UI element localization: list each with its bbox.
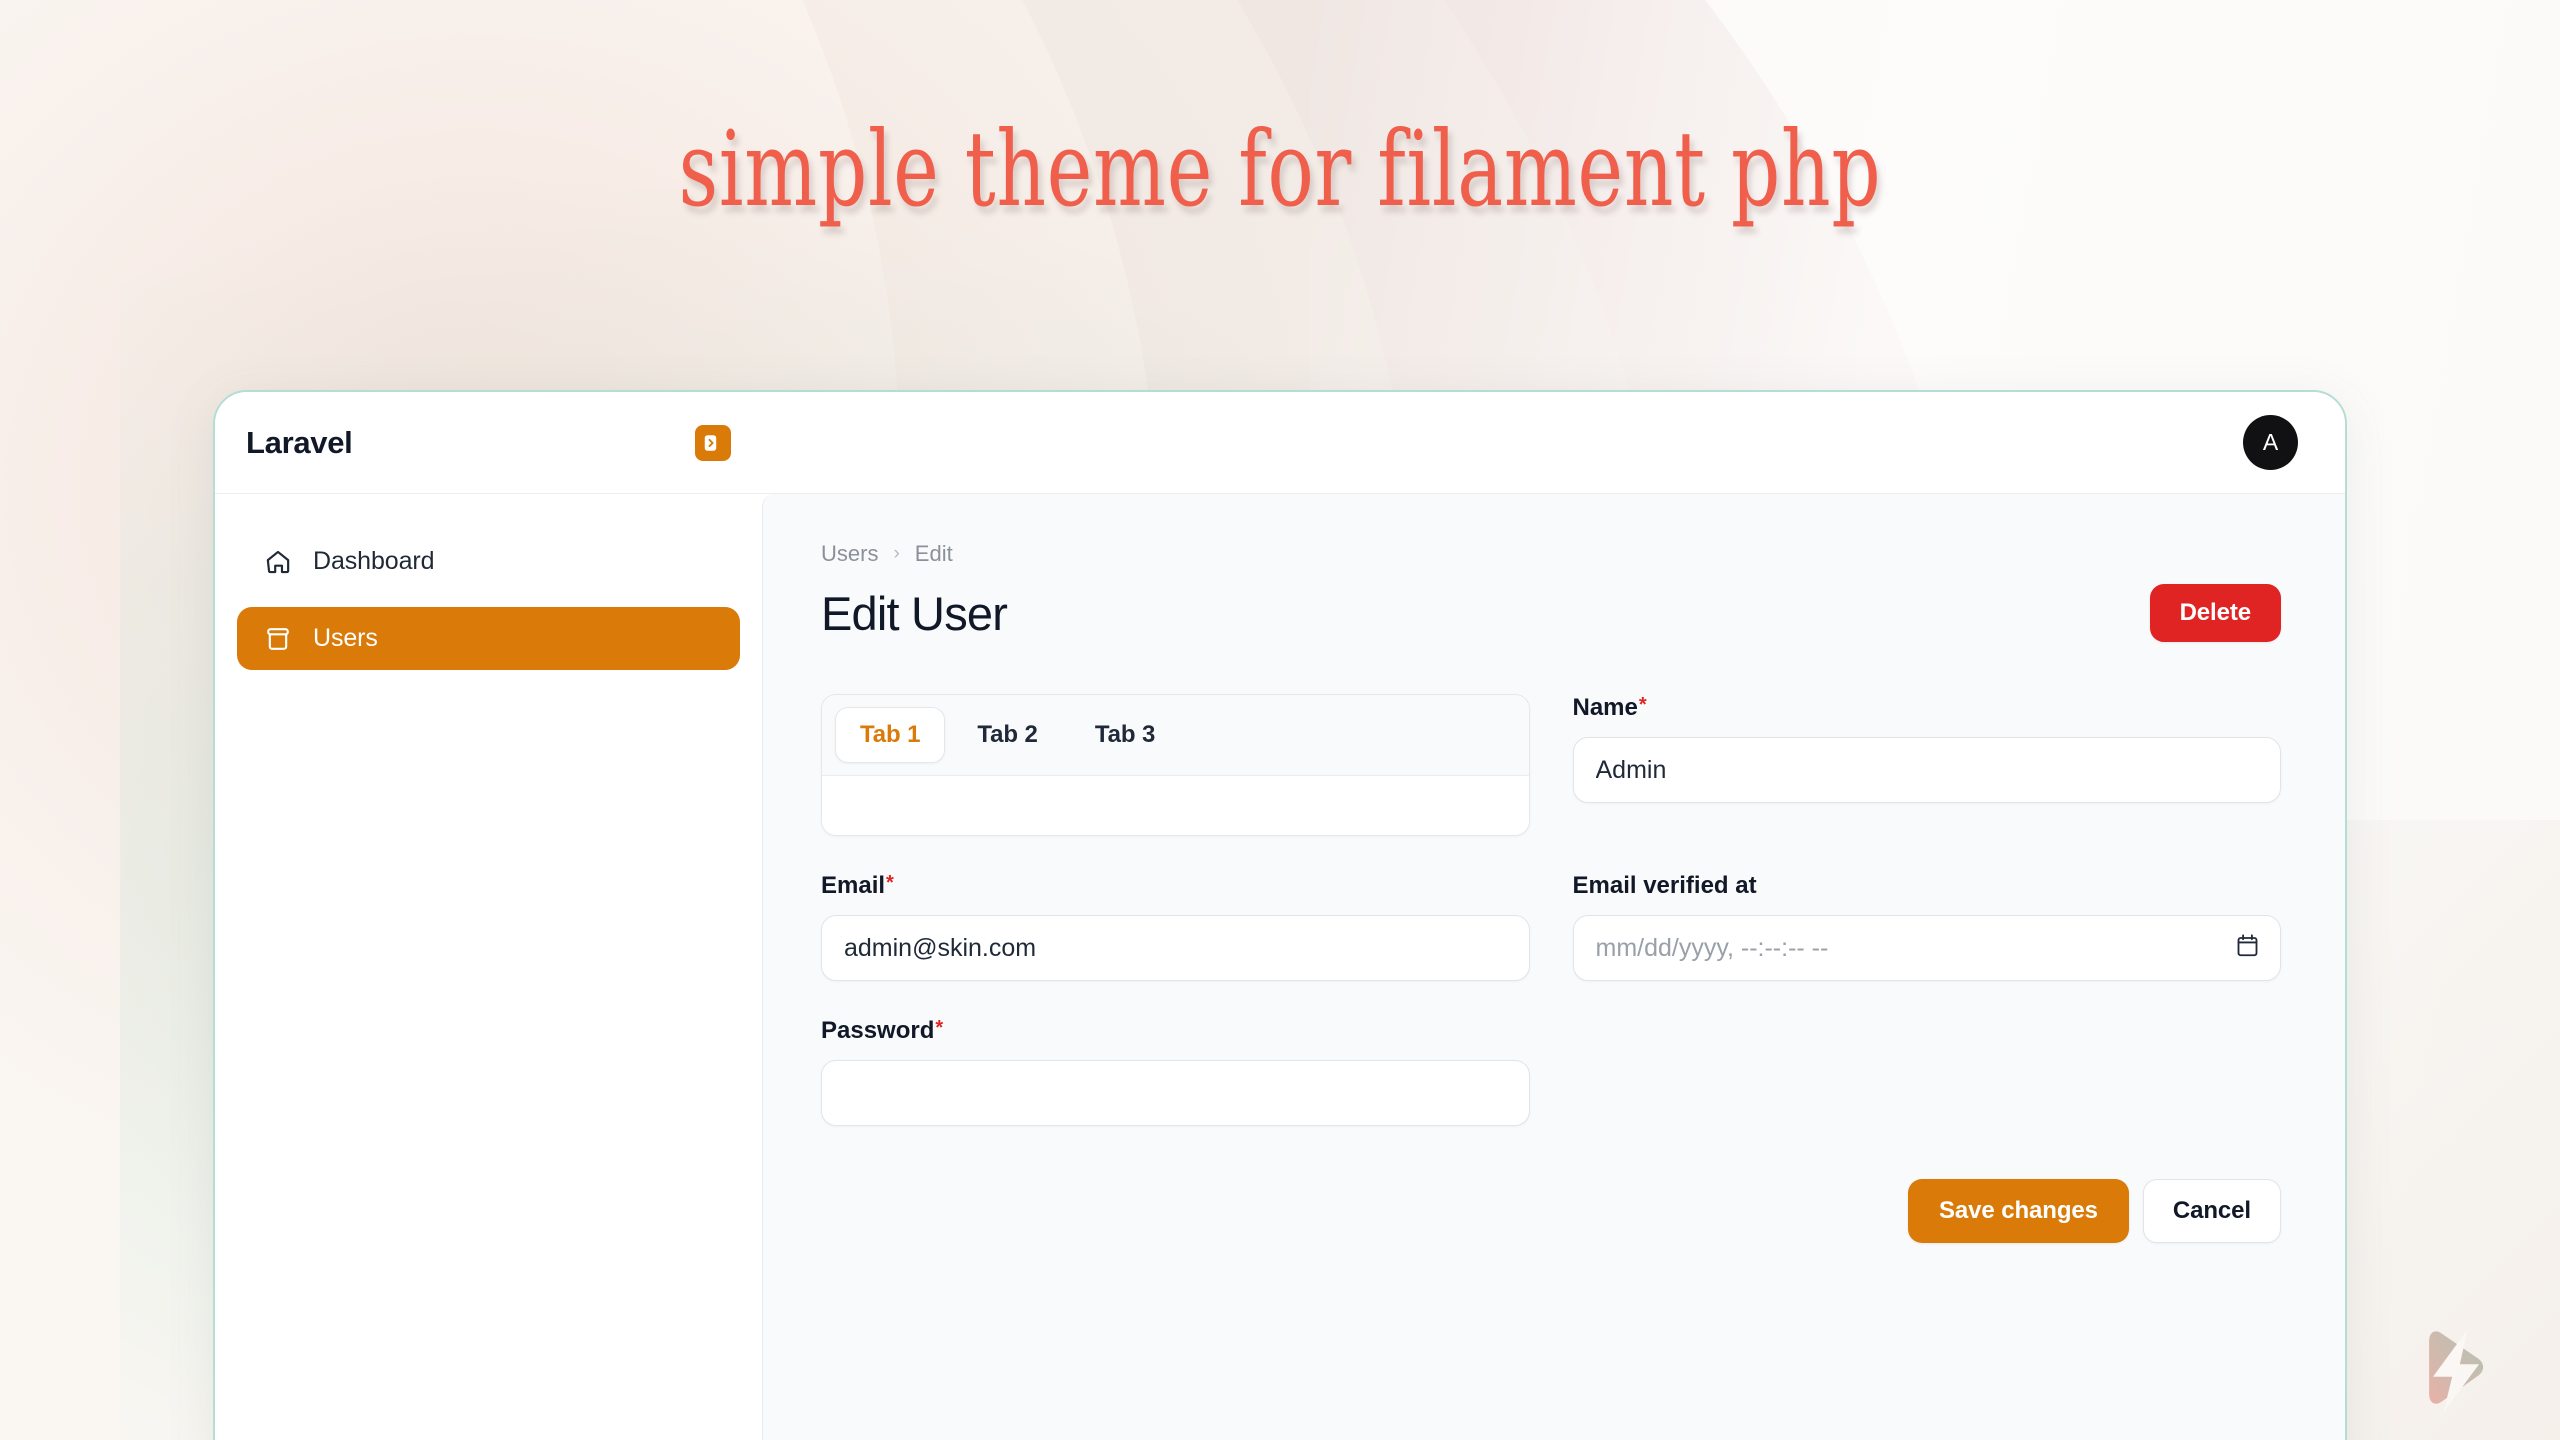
page-title: Edit User	[821, 586, 1008, 640]
tabs-field: Tab 1 Tab 2 Tab 3	[821, 694, 1530, 836]
main-content: Users › Edit Edit User Delete Tab 1 Tab	[762, 494, 2345, 1440]
email-input[interactable]	[821, 915, 1530, 981]
page-header: Edit User Delete	[821, 584, 2281, 642]
sidebar: Dashboard Users	[215, 494, 762, 1440]
required-marker: *	[886, 872, 894, 894]
lightning-play-logo-icon	[2408, 1322, 2504, 1418]
archive-box-icon	[264, 625, 292, 653]
home-icon	[264, 548, 292, 576]
tab-1[interactable]: Tab 1	[835, 707, 946, 763]
app-body: Dashboard Users Users › Edit Edit User D…	[215, 494, 2345, 1440]
name-label: Name *	[1573, 694, 2282, 722]
app-topbar: Laravel A	[215, 392, 2345, 494]
breadcrumb-users-link[interactable]: Users	[821, 541, 878, 567]
chevron-right-icon: ›	[893, 543, 900, 564]
topbar-right: A	[762, 392, 2345, 493]
save-changes-button[interactable]: Save changes	[1908, 1179, 2129, 1243]
email-field: Email *	[821, 872, 1530, 981]
password-field: Password *	[821, 1017, 1530, 1126]
app-window-card: Laravel A Dashboard Users Users › Edit E…	[213, 390, 2347, 1440]
required-marker: *	[1638, 694, 1647, 716]
delete-button[interactable]: Delete	[2149, 584, 2281, 642]
brand-name: Laravel	[246, 424, 353, 460]
tab-2[interactable]: Tab 2	[952, 707, 1062, 763]
tabs-card: Tab 1 Tab 2 Tab 3	[821, 694, 1530, 836]
email-label: Email *	[821, 872, 1530, 900]
email-verified-at-input[interactable]	[1572, 915, 2281, 981]
tabs-header: Tab 1 Tab 2 Tab 3	[822, 695, 1529, 776]
cancel-button[interactable]: Cancel	[2142, 1179, 2281, 1243]
required-marker: *	[935, 1017, 944, 1039]
email-verified-at-label-text: Email verified at	[1572, 872, 1757, 899]
avatar[interactable]: A	[2243, 415, 2298, 470]
sidebar-item-users[interactable]: Users	[237, 607, 740, 670]
password-input[interactable]	[821, 1060, 1530, 1126]
panel-right-open-icon	[702, 432, 724, 454]
hero-headline: simple theme for filament php	[678, 108, 1882, 230]
datetime-input-wrapper	[1572, 915, 2281, 981]
screenshot-stage: simple theme for filament php Laravel A	[0, 0, 2560, 1440]
email-verified-at-field: Email verified at	[1572, 872, 2282, 981]
sidebar-item-dashboard[interactable]: Dashboard	[237, 530, 740, 593]
breadcrumb: Users › Edit	[821, 541, 2281, 567]
email-label-text: Email	[821, 872, 886, 899]
form-actions: Save changes Cancel	[821, 1179, 2281, 1243]
password-label-text: Password	[821, 1017, 935, 1044]
name-label-text: Name	[1572, 694, 1638, 721]
tab-panel-content	[822, 776, 1529, 835]
email-verified-at-label: Email verified at	[1573, 872, 2282, 900]
sidebar-item-label: Dashboard	[313, 547, 435, 575]
name-input[interactable]	[1572, 737, 2281, 803]
password-label: Password *	[821, 1017, 1530, 1045]
breadcrumb-current: Edit	[914, 541, 953, 566]
brand-zone: Laravel	[215, 392, 762, 493]
sidebar-collapse-button[interactable]	[695, 424, 731, 461]
sidebar-item-label: Users	[313, 624, 378, 652]
name-field: Name *	[1572, 694, 2282, 803]
tab-3[interactable]: Tab 3	[1070, 707, 1180, 763]
edit-user-form: Tab 1 Tab 2 Tab 3 Name * Admin Email * a…	[821, 694, 2281, 1126]
